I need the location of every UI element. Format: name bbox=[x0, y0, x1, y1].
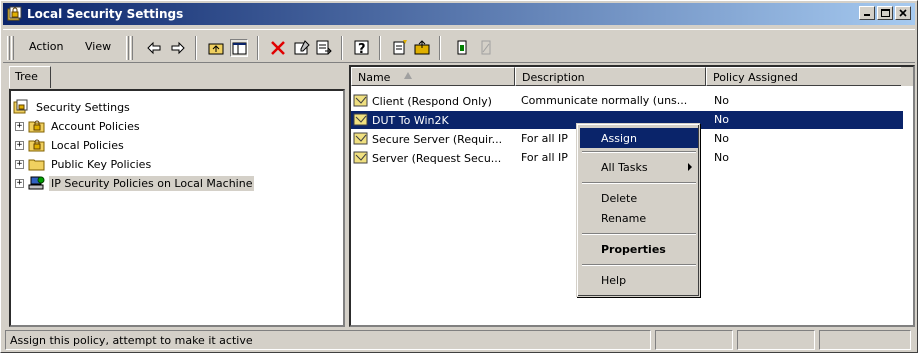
tree-item-label: Account Policies bbox=[51, 119, 140, 133]
expand-plus-icon[interactable]: + bbox=[15, 178, 24, 188]
row-name-cell: Client (Respond Only) bbox=[353, 94, 515, 108]
column-header-policy-assigned[interactable]: Policy Assigned bbox=[706, 67, 903, 86]
column-header-label: Description bbox=[522, 71, 585, 84]
row-assigned: No bbox=[714, 151, 729, 164]
toolbar-separator bbox=[195, 36, 197, 60]
tree-item-public-key-policies[interactable]: + Public Key Policies bbox=[15, 155, 153, 173]
row-name: Server (Request Secu... bbox=[372, 151, 502, 165]
row-description: Communicate normally (uns... bbox=[521, 94, 688, 107]
policy-icon bbox=[353, 113, 369, 127]
ipsec-icon bbox=[28, 175, 46, 191]
expand-plus-icon[interactable]: + bbox=[15, 140, 24, 150]
tree-item-security-settings[interactable]: Security Settings bbox=[13, 98, 132, 116]
row-name-cell: DUT To Win2K bbox=[353, 113, 515, 127]
context-menu: Assign All Tasks Delete Rename Propertie… bbox=[576, 123, 700, 297]
expand-plus-icon[interactable]: + bbox=[15, 159, 24, 169]
toolbar-separator bbox=[341, 36, 343, 60]
submenu-arrow-icon bbox=[688, 163, 692, 171]
svg-text:?: ? bbox=[358, 42, 366, 57]
menu-item-delete[interactable]: Delete bbox=[580, 188, 698, 208]
column-header-label: Policy Assigned bbox=[713, 71, 798, 84]
menu-separator bbox=[582, 233, 696, 235]
expand-plus-icon[interactable]: + bbox=[15, 121, 24, 131]
minimize-button[interactable] bbox=[859, 6, 875, 20]
menu-item-label: All Tasks bbox=[601, 161, 648, 174]
menu-separator bbox=[582, 182, 696, 184]
add-policy-icon[interactable] bbox=[413, 39, 431, 57]
tree-item-label: Security Settings bbox=[36, 100, 130, 114]
toolbar-separator bbox=[257, 36, 259, 60]
create-policy-icon[interactable] bbox=[391, 39, 409, 57]
tree-item-label: Public Key Policies bbox=[51, 157, 152, 171]
tree-item-ip-security-policies[interactable]: + IP Security Policies on Local Machine bbox=[15, 174, 255, 192]
header-corner bbox=[901, 67, 913, 86]
back-arrow-icon[interactable] bbox=[145, 39, 163, 57]
forward-arrow-icon[interactable] bbox=[169, 39, 187, 57]
list-header: Name Description Policy Assigned bbox=[351, 67, 903, 86]
close-button[interactable] bbox=[895, 6, 911, 20]
tree-pane: Tree Security Settings + Account Policie… bbox=[6, 65, 345, 327]
row-name: DUT To Win2K bbox=[372, 113, 449, 127]
status-panel bbox=[737, 330, 815, 350]
menu-item-assign[interactable]: Assign bbox=[580, 128, 698, 148]
maximize-button[interactable] bbox=[877, 6, 893, 20]
row-assigned: No bbox=[714, 94, 729, 107]
security-settings-icon[interactable] bbox=[7, 6, 23, 22]
tree-item-local-policies[interactable]: + Local Policies bbox=[15, 136, 126, 154]
delete-icon[interactable] bbox=[269, 39, 287, 57]
column-header-name[interactable]: Name bbox=[351, 67, 515, 86]
row-name-cell: Server (Request Secu... bbox=[353, 151, 515, 165]
column-header-label: Name bbox=[358, 71, 391, 84]
menu-item-help[interactable]: Help bbox=[580, 270, 698, 290]
tree-item-label: IP Security Policies on Local Machine bbox=[49, 175, 255, 191]
folder-icon bbox=[28, 156, 46, 172]
tree-item-label: Local Policies bbox=[51, 138, 124, 152]
title-bar: Local Security Settings bbox=[3, 3, 915, 25]
status-panel bbox=[819, 330, 911, 350]
unassign-icon[interactable] bbox=[477, 39, 495, 57]
menu-item-all-tasks[interactable]: All Tasks bbox=[580, 157, 698, 177]
status-bar: Assign this policy, attempt to make it a… bbox=[3, 329, 915, 351]
main-window: Local Security Settings Action View ? Tr… bbox=[0, 0, 918, 353]
toolbar-separator bbox=[439, 36, 441, 60]
tab-tree[interactable]: Tree bbox=[9, 66, 51, 88]
up-folder-icon[interactable] bbox=[207, 39, 225, 57]
menu-item-properties[interactable]: Properties bbox=[580, 239, 698, 259]
row-name-cell: Secure Server (Requir... bbox=[353, 132, 515, 146]
folder-lock-icon bbox=[28, 118, 46, 134]
properties-icon[interactable] bbox=[293, 39, 311, 57]
policy-icon bbox=[353, 151, 369, 165]
export-list-icon[interactable] bbox=[315, 39, 333, 57]
menu-toolbar: Action View ? bbox=[3, 29, 915, 63]
policy-icon bbox=[353, 94, 369, 108]
row-name: Client (Respond Only) bbox=[372, 94, 492, 108]
menu-separator bbox=[582, 151, 696, 153]
row-name: Secure Server (Requir... bbox=[372, 132, 503, 146]
toolbar-grip[interactable] bbox=[130, 36, 133, 60]
list-row[interactable]: Client (Respond Only) Communicate normal… bbox=[351, 92, 903, 110]
menu-separator bbox=[582, 264, 696, 266]
show-hide-tree-icon[interactable] bbox=[230, 39, 248, 57]
sort-ascending-icon bbox=[404, 72, 412, 79]
toolbar-grip[interactable] bbox=[11, 36, 14, 60]
status-panel bbox=[655, 330, 733, 350]
tree-item-account-policies[interactable]: + Account Policies bbox=[15, 117, 142, 135]
security-settings-icon bbox=[13, 99, 31, 115]
toolbar-grip[interactable] bbox=[126, 36, 129, 60]
folder-lock-icon bbox=[28, 137, 46, 153]
assign-icon[interactable] bbox=[453, 39, 471, 57]
window-title: Local Security Settings bbox=[27, 7, 184, 21]
status-text: Assign this policy, attempt to make it a… bbox=[5, 330, 651, 350]
row-assigned: No bbox=[714, 132, 729, 145]
column-header-description[interactable]: Description bbox=[515, 67, 706, 86]
menu-action[interactable]: Action bbox=[29, 40, 63, 53]
toolbar-separator bbox=[379, 36, 381, 60]
row-assigned: No bbox=[714, 113, 729, 126]
toolbar-grip[interactable] bbox=[7, 36, 10, 60]
menu-item-rename[interactable]: Rename bbox=[580, 208, 698, 228]
help-icon[interactable]: ? bbox=[353, 39, 371, 57]
tree-view: Security Settings + Account Policies + L… bbox=[9, 89, 345, 327]
menu-view[interactable]: View bbox=[85, 40, 111, 53]
policy-icon bbox=[353, 132, 369, 146]
